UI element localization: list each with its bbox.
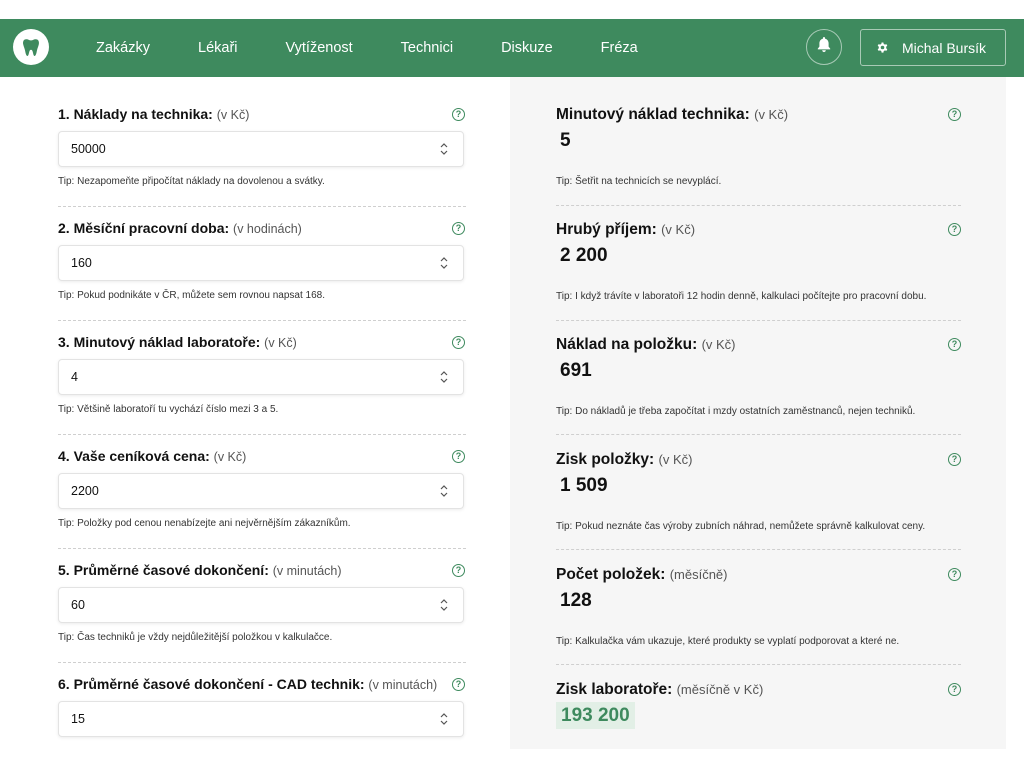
help-icon[interactable]: ?: [452, 222, 465, 235]
field-label: 1. Náklady na technika: (v Kč): [58, 106, 250, 122]
tooth-logo-icon[interactable]: [13, 29, 49, 65]
nav-item-freza[interactable]: Fréza: [577, 40, 662, 56]
result-value: 5: [560, 130, 571, 151]
help-icon[interactable]: ?: [452, 678, 465, 691]
result-item-count: Počet položek: (měsíčně) ? 128 Tip: Kalk…: [556, 566, 964, 676]
user-name: Michal Bursík: [902, 39, 987, 56]
result-cost-per-item: Náklad na položku: (v Kč) ? 691 Tip: Do …: [556, 336, 964, 446]
help-icon[interactable]: ?: [948, 108, 961, 121]
result-item-profit: Zisk položky: (v Kč) ? 1 509 Tip: Pokud …: [556, 451, 964, 561]
nav-item-zakazky[interactable]: Zakázky: [72, 40, 174, 56]
section-divider: [556, 205, 961, 206]
tip-text: Tip: Čas techniků je vždy nejdůležitější…: [58, 632, 333, 643]
field-lab-minute-cost: 3. Minutový náklad laboratoře: (v Kč) ? …: [58, 334, 466, 444]
help-icon[interactable]: ?: [948, 453, 961, 466]
bell-icon: [816, 36, 832, 58]
help-icon[interactable]: ?: [452, 336, 465, 349]
result-value: 1 509: [560, 475, 608, 496]
help-icon[interactable]: ?: [948, 568, 961, 581]
tip-text: Tip: Většině laboratoří tu vychází číslo…: [58, 404, 279, 415]
tip-text: Tip: Nezapomeňte připočítat náklady na d…: [58, 176, 325, 187]
section-divider: [58, 548, 466, 549]
calculator-results-panel: Minutový náklad technika: (v Kč) ? 5 Tip…: [510, 77, 1006, 749]
help-icon[interactable]: ?: [948, 683, 961, 696]
user-menu-button[interactable]: Michal Bursík: [860, 29, 1006, 66]
field-label: 3. Minutový náklad laboratoře: (v Kč): [58, 334, 297, 350]
section-divider: [58, 206, 466, 207]
help-icon[interactable]: ?: [452, 450, 465, 463]
tip-text: Tip: Pokud neznáte čas výroby zubních ná…: [556, 521, 926, 532]
field-list-price: 4. Vaše ceníková cena: (v Kč) ? Tip: Pol…: [58, 448, 466, 558]
field-cad-completion-time: 6. Průměrné časové dokončení - CAD techn…: [58, 676, 466, 749]
tip-text: Tip: Pokud podnikáte v ČR, můžete sem ro…: [58, 290, 326, 301]
gear-icon: [876, 41, 889, 54]
cad-completion-time-input[interactable]: [58, 701, 464, 737]
section-divider: [556, 664, 961, 665]
nav-item-vytizenost[interactable]: Vytíženost: [262, 40, 377, 56]
field-avg-completion-time: 5. Průměrné časové dokončení: (v minutác…: [58, 562, 466, 672]
notifications-button[interactable]: [806, 29, 842, 65]
lab-minute-cost-input[interactable]: [58, 359, 464, 395]
nav-item-lekari[interactable]: Lékaři: [174, 40, 262, 56]
technician-cost-input[interactable]: [58, 131, 464, 167]
result-lab-profit: Zisk laboratoře: (měsíčně v Kč) ? 193 20…: [556, 681, 964, 749]
avg-completion-time-input[interactable]: [58, 587, 464, 623]
nav-item-diskuze[interactable]: Diskuze: [477, 40, 577, 56]
result-label: Hrubý příjem: (v Kč): [556, 221, 696, 238]
section-divider: [556, 549, 961, 550]
section-divider: [556, 320, 961, 321]
section-divider: [556, 434, 961, 435]
list-price-input[interactable]: [58, 473, 464, 509]
help-icon[interactable]: ?: [948, 223, 961, 236]
field-label: 2. Měsíční pracovní doba: (v hodinách): [58, 220, 302, 236]
help-icon[interactable]: ?: [452, 564, 465, 577]
result-label: Počet položek: (měsíčně): [556, 566, 728, 583]
result-value: 691: [560, 360, 592, 381]
result-value: 128: [560, 590, 592, 611]
tip-text: Tip: Kalkulačka vám ukazuje, které produ…: [556, 636, 900, 647]
section-divider: [58, 662, 466, 663]
top-navbar: Zakázky Lékaři Vytíženost Technici Disku…: [0, 19, 1024, 77]
result-label: Zisk laboratoře: (měsíčně v Kč): [556, 681, 764, 698]
tip-text: Tip: Šetřit na technicích se nevyplácí.: [556, 176, 722, 187]
lab-profit-value: 193 200: [556, 702, 635, 729]
help-icon[interactable]: ?: [948, 338, 961, 351]
result-technician-minute-cost: Minutový náklad technika: (v Kč) ? 5 Tip…: [556, 106, 964, 216]
monthly-hours-input[interactable]: [58, 245, 464, 281]
help-icon[interactable]: ?: [452, 108, 465, 121]
field-label: 6. Průměrné časové dokončení - CAD techn…: [58, 676, 438, 692]
section-divider: [58, 434, 466, 435]
result-gross-income: Hrubý příjem: (v Kč) ? 2 200 Tip: I když…: [556, 221, 964, 331]
result-label: Náklad na položku: (v Kč): [556, 336, 736, 353]
nav-item-technici[interactable]: Technici: [377, 40, 477, 56]
field-technician-cost: 1. Náklady na technika: (v Kč) ? Tip: Ne…: [58, 106, 466, 216]
field-label: 5. Průměrné časové dokončení: (v minutác…: [58, 562, 342, 578]
tip-text: Tip: Položky pod cenou nenabízejte ani n…: [58, 518, 351, 529]
result-value: 2 200: [560, 245, 608, 266]
result-label: Zisk položky: (v Kč): [556, 451, 693, 468]
calculator-inputs-panel: 1. Náklady na technika: (v Kč) ? Tip: Ne…: [14, 77, 510, 749]
main-menu: Zakázky Lékaři Vytíženost Technici Disku…: [72, 19, 662, 77]
field-monthly-hours: 2. Měsíční pracovní doba: (v hodinách) ?…: [58, 220, 466, 330]
tip-text: Tip: I když trávíte v laboratoři 12 hodi…: [556, 291, 927, 302]
tip-text: Tip: Do nákladů je třeba započítat i mzd…: [556, 406, 916, 417]
field-label: 4. Vaše ceníková cena: (v Kč): [58, 448, 247, 464]
section-divider: [58, 320, 466, 321]
result-label: Minutový náklad technika: (v Kč): [556, 106, 789, 123]
